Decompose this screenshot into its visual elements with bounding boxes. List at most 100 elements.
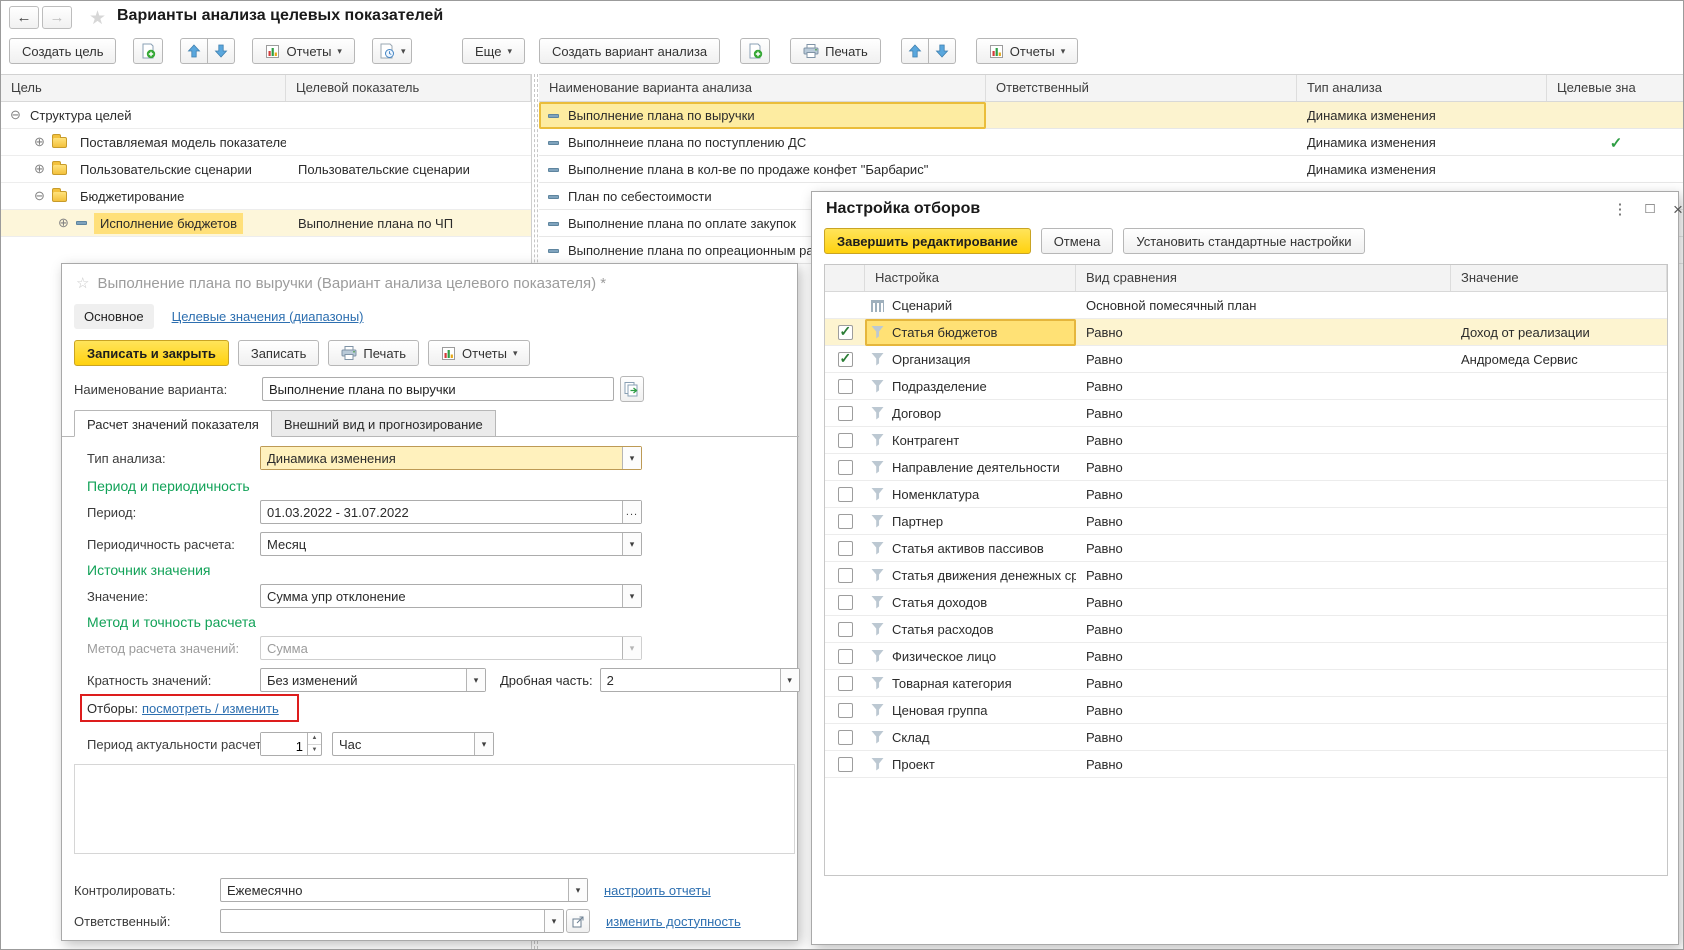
column-header-indicator[interactable]: Целевой показатель: [286, 75, 531, 101]
periodicity-combo[interactable]: Месяц: [260, 532, 642, 556]
filter-checkbox[interactable]: [838, 406, 853, 421]
move-up-button[interactable]: [180, 38, 208, 64]
filter-checkbox[interactable]: [838, 541, 853, 556]
filter-checkbox[interactable]: [838, 514, 853, 529]
filter-checkbox[interactable]: [838, 757, 853, 772]
goal-tree-row[interactable]: ⊕ Пользовательские сценарии Пользователь…: [1, 156, 531, 183]
filter-row[interactable]: Статья активов пассивов Равно: [825, 535, 1667, 562]
filter-row[interactable]: Статья бюджетов Равно Доход от реализаци…: [825, 319, 1667, 346]
goal-tree-row[interactable]: ⊕ Исполнение бюджетов Выполнение плана п…: [1, 210, 531, 237]
filter-row[interactable]: Проект Равно: [825, 751, 1667, 778]
new-variant-icon-button[interactable]: [740, 38, 770, 64]
filter-checkbox[interactable]: [838, 433, 853, 448]
control-combo[interactable]: Ежемесячно: [220, 878, 588, 902]
analysis-type-combo[interactable]: Динамика изменения: [260, 446, 642, 470]
column-header-comparison[interactable]: Вид сравнения: [1076, 265, 1451, 291]
variant-row[interactable]: Выполннеие плана по поступлению ДС Динам…: [539, 129, 1684, 156]
filter-row[interactable]: Физическое лицо Равно: [825, 643, 1667, 670]
period-field[interactable]: 01.03.2022 - 31.07.2022 ...: [260, 500, 642, 524]
filter-row[interactable]: Организация Равно Андромеда Сервис: [825, 346, 1667, 373]
filter-checkbox[interactable]: [838, 649, 853, 664]
filter-row[interactable]: Склад Равно: [825, 724, 1667, 751]
chevron-down-icon[interactable]: [780, 669, 799, 691]
filter-row[interactable]: Договор Равно: [825, 400, 1667, 427]
tree-expander-icon[interactable]: ⊖: [31, 188, 48, 204]
actuality-stepper[interactable]: ▲▼: [260, 732, 322, 756]
variant-row[interactable]: Выполнение плана по выручки Динамика изм…: [539, 102, 1684, 129]
favorite-star-icon[interactable]: ★: [89, 7, 106, 30]
goal-tree-row[interactable]: ⊕ Поставляемая модель показателей: [1, 129, 531, 156]
maximize-icon[interactable]: □: [1640, 200, 1660, 217]
chevron-down-icon[interactable]: [622, 533, 641, 555]
column-header-value[interactable]: Значение: [1451, 265, 1667, 291]
column-header-responsible[interactable]: Ответственный: [986, 75, 1297, 101]
nav-target-values-link[interactable]: Целевые значения (диапазоны): [172, 309, 364, 324]
goal-tree-row[interactable]: ⊖ Бюджетирование: [1, 183, 531, 210]
tree-expander-icon[interactable]: ⊕: [31, 161, 48, 177]
spin-down-icon[interactable]: ▼: [308, 745, 321, 756]
close-icon[interactable]: ×: [1668, 200, 1684, 220]
spinner-buttons[interactable]: ▲▼: [307, 733, 321, 755]
filter-checkbox[interactable]: [838, 460, 853, 475]
save-close-button[interactable]: Записать и закрыть: [74, 340, 229, 366]
goals-more-button[interactable]: Еще: [462, 38, 525, 64]
create-goal-button[interactable]: Создать цель: [9, 38, 116, 64]
value-combo[interactable]: Сумма упр отклонение: [260, 584, 642, 608]
fraction-combo[interactable]: 2: [600, 668, 800, 692]
variants-reports-button[interactable]: Отчеты: [976, 38, 1078, 64]
column-header-goal[interactable]: Цель: [1, 75, 286, 101]
filter-checkbox[interactable]: [838, 622, 853, 637]
filter-row[interactable]: Статья расходов Равно: [825, 616, 1667, 643]
filter-checkbox[interactable]: [838, 325, 853, 340]
responsible-combo[interactable]: [220, 909, 564, 933]
filter-checkbox[interactable]: [838, 568, 853, 583]
tree-expander-icon[interactable]: ⊕: [55, 215, 72, 231]
save-button[interactable]: Записать: [238, 340, 320, 366]
chevron-down-icon[interactable]: [622, 447, 641, 469]
filter-row[interactable]: Подразделение Равно: [825, 373, 1667, 400]
filter-checkbox[interactable]: [838, 676, 853, 691]
filter-row[interactable]: Статья доходов Равно: [825, 589, 1667, 616]
filter-checkbox[interactable]: [838, 703, 853, 718]
back-button[interactable]: ←: [9, 6, 39, 29]
move-down-button[interactable]: [208, 38, 235, 64]
goal-tree-row[interactable]: ⊖ Структура целей: [1, 102, 531, 129]
ellipsis-button[interactable]: ...: [622, 501, 641, 523]
filter-row[interactable]: Статья движения денежных средств Равно: [825, 562, 1667, 589]
nav-main-tab[interactable]: Основное: [74, 304, 154, 329]
create-variant-button[interactable]: Создать вариант анализа: [539, 38, 720, 64]
copy-name-button[interactable]: [620, 376, 644, 402]
variant-row[interactable]: Выполнение плана в кол-ве по продаже кон…: [539, 156, 1684, 183]
column-header-variant-name[interactable]: Наименование варианта анализа: [539, 75, 986, 101]
variant-name-input[interactable]: [262, 377, 614, 401]
column-header-analysis-type[interactable]: Тип анализа: [1297, 75, 1547, 101]
tree-expander-icon[interactable]: ⊕: [31, 134, 48, 150]
actuality-unit-combo[interactable]: Час: [332, 732, 494, 756]
chevron-down-icon[interactable]: [568, 879, 587, 901]
open-responsible-button[interactable]: [566, 909, 590, 933]
filter-row[interactable]: Товарная категория Равно: [825, 670, 1667, 697]
filter-row[interactable]: Контрагент Равно: [825, 427, 1667, 454]
cancel-button[interactable]: Отмена: [1041, 228, 1114, 254]
new-goal-icon-button[interactable]: [133, 38, 163, 64]
chevron-down-icon[interactable]: [466, 669, 485, 691]
chevron-down-icon[interactable]: [622, 585, 641, 607]
filter-row[interactable]: Направление деятельности Равно: [825, 454, 1667, 481]
multiplicity-combo[interactable]: Без изменений: [260, 668, 486, 692]
filter-checkbox[interactable]: [838, 595, 853, 610]
actuality-input[interactable]: [261, 733, 307, 755]
chevron-down-icon[interactable]: [544, 910, 563, 932]
schedule-button[interactable]: [372, 38, 413, 64]
kebab-menu-icon[interactable]: ⋮: [1610, 200, 1630, 218]
filter-row[interactable]: Партнер Равно: [825, 508, 1667, 535]
column-header-target-values[interactable]: Целевые зна: [1547, 75, 1684, 101]
filter-row[interactable]: Ценовая группа Равно: [825, 697, 1667, 724]
chevron-down-icon[interactable]: [474, 733, 493, 755]
form-reports-button[interactable]: Отчеты: [428, 340, 530, 366]
column-header-setting[interactable]: Настройка: [865, 265, 1076, 291]
filter-checkbox[interactable]: [838, 487, 853, 502]
tab-calculation[interactable]: Расчет значений показателя: [74, 410, 272, 437]
filter-row[interactable]: Сценарий Основной помесячный план: [825, 292, 1667, 319]
finish-editing-button[interactable]: Завершить редактирование: [824, 228, 1031, 254]
star-outline-icon[interactable]: ☆: [76, 275, 89, 292]
